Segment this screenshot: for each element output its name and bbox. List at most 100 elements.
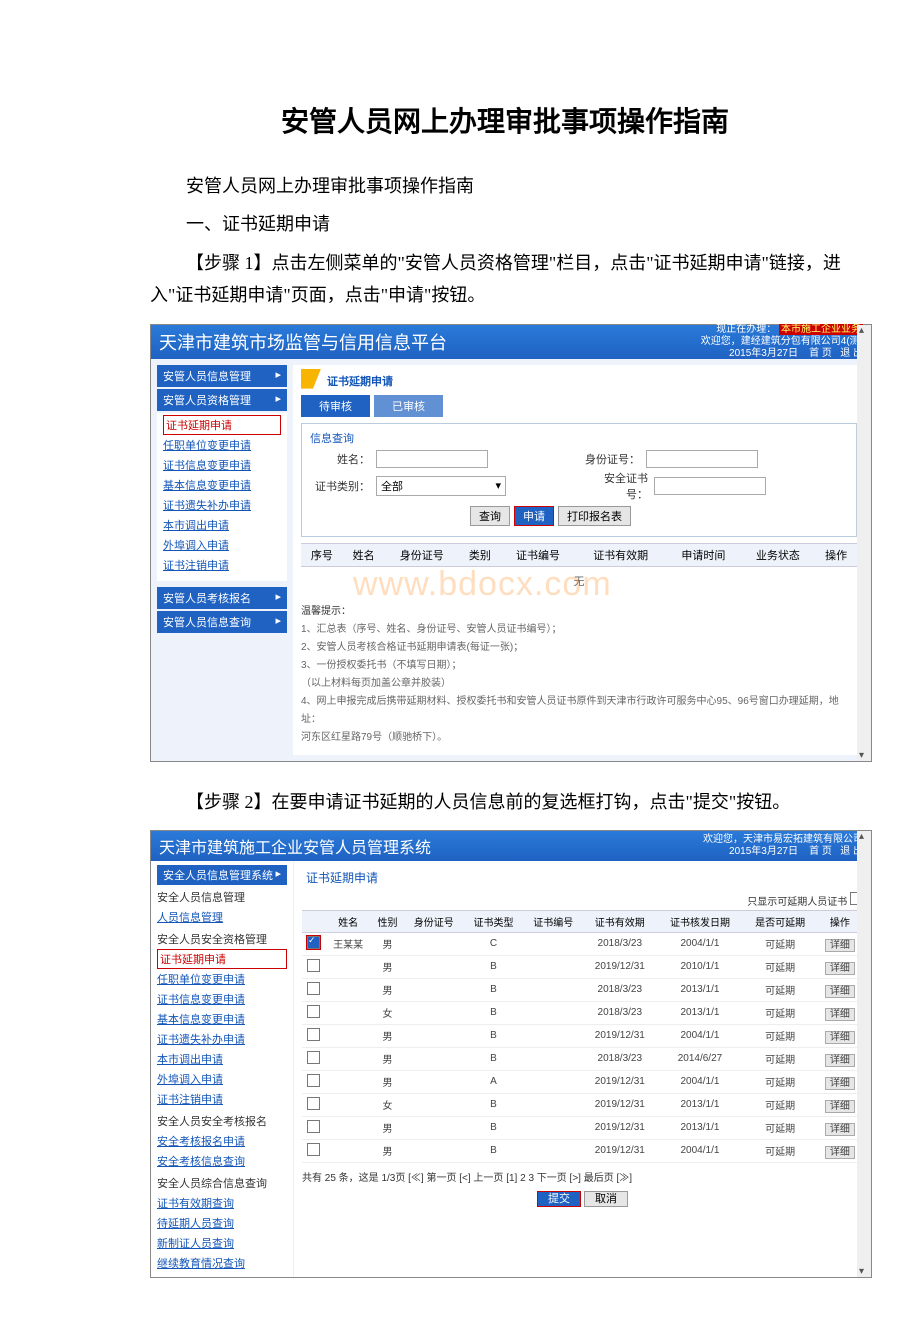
sidebar-item[interactable]: 证书注销申请 bbox=[157, 1089, 287, 1109]
sidebar-item[interactable]: 证书遗失补办申请 bbox=[157, 1029, 287, 1049]
cell: 可延期 bbox=[743, 1093, 816, 1116]
cell: 可延期 bbox=[743, 1047, 816, 1070]
input-cert[interactable] bbox=[654, 477, 766, 495]
row-checkbox[interactable] bbox=[307, 1051, 320, 1064]
table-row: 男B2018/3/232014/6/27可延期详细 bbox=[302, 1047, 863, 1070]
sidebar-item[interactable]: 任职单位变更申请 bbox=[157, 969, 287, 989]
row-checkbox[interactable] bbox=[307, 1120, 320, 1133]
lbl-id: 身份证号： bbox=[580, 451, 640, 467]
detail-button[interactable]: 详细 bbox=[825, 939, 855, 952]
cell: 男 bbox=[371, 1070, 404, 1093]
sidebar-item[interactable]: 证书信息变更申请 bbox=[157, 989, 287, 1009]
date-text: 2015年3月27日 bbox=[729, 348, 798, 359]
detail-button[interactable]: 详细 bbox=[825, 1031, 855, 1044]
tab-reviewed[interactable]: 已审核 bbox=[374, 395, 443, 417]
cell bbox=[325, 978, 371, 1001]
detail-button[interactable]: 详细 bbox=[825, 1146, 855, 1159]
sidebar-item[interactable]: 证书信息变更申请 bbox=[163, 455, 281, 475]
row-checkbox[interactable] bbox=[307, 1074, 320, 1087]
sidebar-item[interactable]: 安全考核报名申请 bbox=[157, 1131, 287, 1151]
pager[interactable]: 共有 25 条，这是 1/3页 [≪] 第一页 [<] 上一页 [1] 2 3 … bbox=[302, 1169, 863, 1184]
apply-button[interactable]: 申请 bbox=[514, 506, 554, 526]
sidebar-item[interactable]: 人员信息管理 bbox=[157, 907, 287, 927]
sidebar-item[interactable]: 外埠调入申请 bbox=[157, 1069, 287, 1089]
top-right-info: 欢迎您，天津市易宏拓建筑有限公司 2015年3月27日 首 页 退 出 bbox=[703, 834, 863, 858]
home-link[interactable]: 首 页 bbox=[809, 348, 832, 359]
col: 证书核发日期 bbox=[657, 910, 744, 932]
query-button[interactable]: 查询 bbox=[470, 506, 510, 526]
row-checkbox[interactable] bbox=[307, 982, 320, 995]
detail-button[interactable]: 详细 bbox=[825, 1008, 855, 1021]
input-name[interactable] bbox=[376, 450, 488, 468]
cancel-button[interactable]: 取消 bbox=[584, 1191, 628, 1207]
detail-button[interactable]: 详细 bbox=[825, 1054, 855, 1067]
sidebar-hdr-info[interactable]: 安管人员信息管理 bbox=[157, 365, 287, 387]
sidebar-hdr[interactable]: 安全人员信息管理系统 bbox=[157, 865, 287, 885]
scrollbar[interactable] bbox=[857, 325, 871, 761]
detail-button[interactable]: 详细 bbox=[825, 985, 855, 998]
sidebar-item[interactable]: 安全考核信息查询 bbox=[157, 1151, 287, 1171]
sidebar-item[interactable]: 新制证人员查询 bbox=[157, 1233, 287, 1253]
detail-button[interactable]: 详细 bbox=[825, 1123, 855, 1136]
detail-button[interactable]: 详细 bbox=[825, 962, 855, 975]
cell: 男 bbox=[371, 1139, 404, 1162]
cell bbox=[523, 932, 583, 955]
sidebar-item-extend[interactable]: 证书延期申请 bbox=[163, 415, 281, 435]
welcome-text: 欢迎您，建经建筑分包有限公司4(测) bbox=[701, 336, 863, 348]
home-link[interactable]: 首 页 bbox=[809, 846, 832, 857]
submit-button[interactable]: 提交 bbox=[537, 1191, 581, 1207]
sidebar-item[interactable]: 本市调出申请 bbox=[163, 515, 281, 535]
cell bbox=[404, 1047, 464, 1070]
sidebar-item[interactable]: 待延期人员查询 bbox=[157, 1213, 287, 1233]
filter-panel: 信息查询 姓名： 身份证号： 证书类别： 全部▾ 安全证书号： bbox=[301, 423, 857, 537]
col bbox=[302, 910, 325, 932]
select-type[interactable]: 全部▾ bbox=[376, 476, 506, 496]
row-checkbox[interactable] bbox=[307, 1028, 320, 1041]
sidebar-hdr-exam[interactable]: 安管人员考核报名 bbox=[157, 587, 287, 609]
cell bbox=[523, 1093, 583, 1116]
sidebar-hdr-query[interactable]: 安管人员信息查询 bbox=[157, 611, 287, 633]
col: 身份证号 bbox=[404, 910, 464, 932]
print-button[interactable]: 打印报名表 bbox=[558, 506, 631, 526]
sidebar-item[interactable]: 外埠调入申请 bbox=[163, 535, 281, 555]
sidebar-item[interactable]: 继续教育情况查询 bbox=[157, 1253, 287, 1273]
sidebar-item[interactable]: 基本信息变更申请 bbox=[157, 1009, 287, 1029]
scrollbar[interactable] bbox=[857, 831, 871, 1277]
row-checkbox[interactable] bbox=[307, 1143, 320, 1156]
table-row: 男B2019/12/312010/1/1可延期详细 bbox=[302, 955, 863, 978]
table-row: 女B2019/12/312013/1/1可延期详细 bbox=[302, 1093, 863, 1116]
cell: A bbox=[464, 1070, 524, 1093]
step-2: 【步骤 2】在要申请证书延期的人员信息前的复选框打钩，点击"提交"按钮。 bbox=[150, 786, 860, 818]
group-title: 安全人员信息管理 bbox=[157, 889, 287, 905]
cell bbox=[325, 1001, 371, 1024]
row-checkbox[interactable] bbox=[307, 936, 320, 949]
sidebar: 安全人员信息管理系统 安全人员信息管理 人员信息管理 安全人员安全资格管理 证书… bbox=[151, 861, 294, 1277]
row-checkbox[interactable] bbox=[307, 1005, 320, 1018]
row-checkbox[interactable] bbox=[307, 959, 320, 972]
sidebar-hdr-qual[interactable]: 安管人员资格管理 bbox=[157, 389, 287, 411]
sidebar-item-extend[interactable]: 证书延期申请 bbox=[157, 949, 287, 969]
tip-line: 1、汇总表（序号、姓名、身份证号、安管人员证书编号）； bbox=[301, 621, 857, 639]
cell: 可延期 bbox=[743, 1001, 816, 1024]
sidebar-item[interactable]: 任职单位变更申请 bbox=[163, 435, 281, 455]
detail-button[interactable]: 详细 bbox=[825, 1077, 855, 1090]
sidebar-item[interactable]: 证书注销申请 bbox=[163, 555, 281, 575]
sidebar-item[interactable]: 证书遗失补办申请 bbox=[163, 495, 281, 515]
detail-button[interactable]: 详细 bbox=[825, 1100, 855, 1113]
sidebar-item[interactable]: 证书有效期查询 bbox=[157, 1193, 287, 1213]
col: 性别 bbox=[371, 910, 404, 932]
cell bbox=[404, 978, 464, 1001]
group-title: 安全人员安全考核报名 bbox=[157, 1113, 287, 1129]
input-id[interactable] bbox=[646, 450, 758, 468]
tab-pending[interactable]: 待审核 bbox=[301, 395, 370, 417]
cell bbox=[523, 1047, 583, 1070]
row-checkbox[interactable] bbox=[307, 1097, 320, 1110]
sidebar-item[interactable]: 本市调出申请 bbox=[157, 1049, 287, 1069]
cell: 王某某 bbox=[325, 932, 371, 955]
cell: 2004/1/1 bbox=[657, 1070, 744, 1093]
cell: 男 bbox=[371, 1024, 404, 1047]
date-text: 2015年3月27日 bbox=[729, 846, 798, 857]
sidebar: 安管人员信息管理 安管人员资格管理 证书延期申请 任职单位变更申请 证书信息变更… bbox=[151, 359, 293, 761]
sidebar-item[interactable]: 基本信息变更申请 bbox=[163, 475, 281, 495]
cell bbox=[404, 955, 464, 978]
